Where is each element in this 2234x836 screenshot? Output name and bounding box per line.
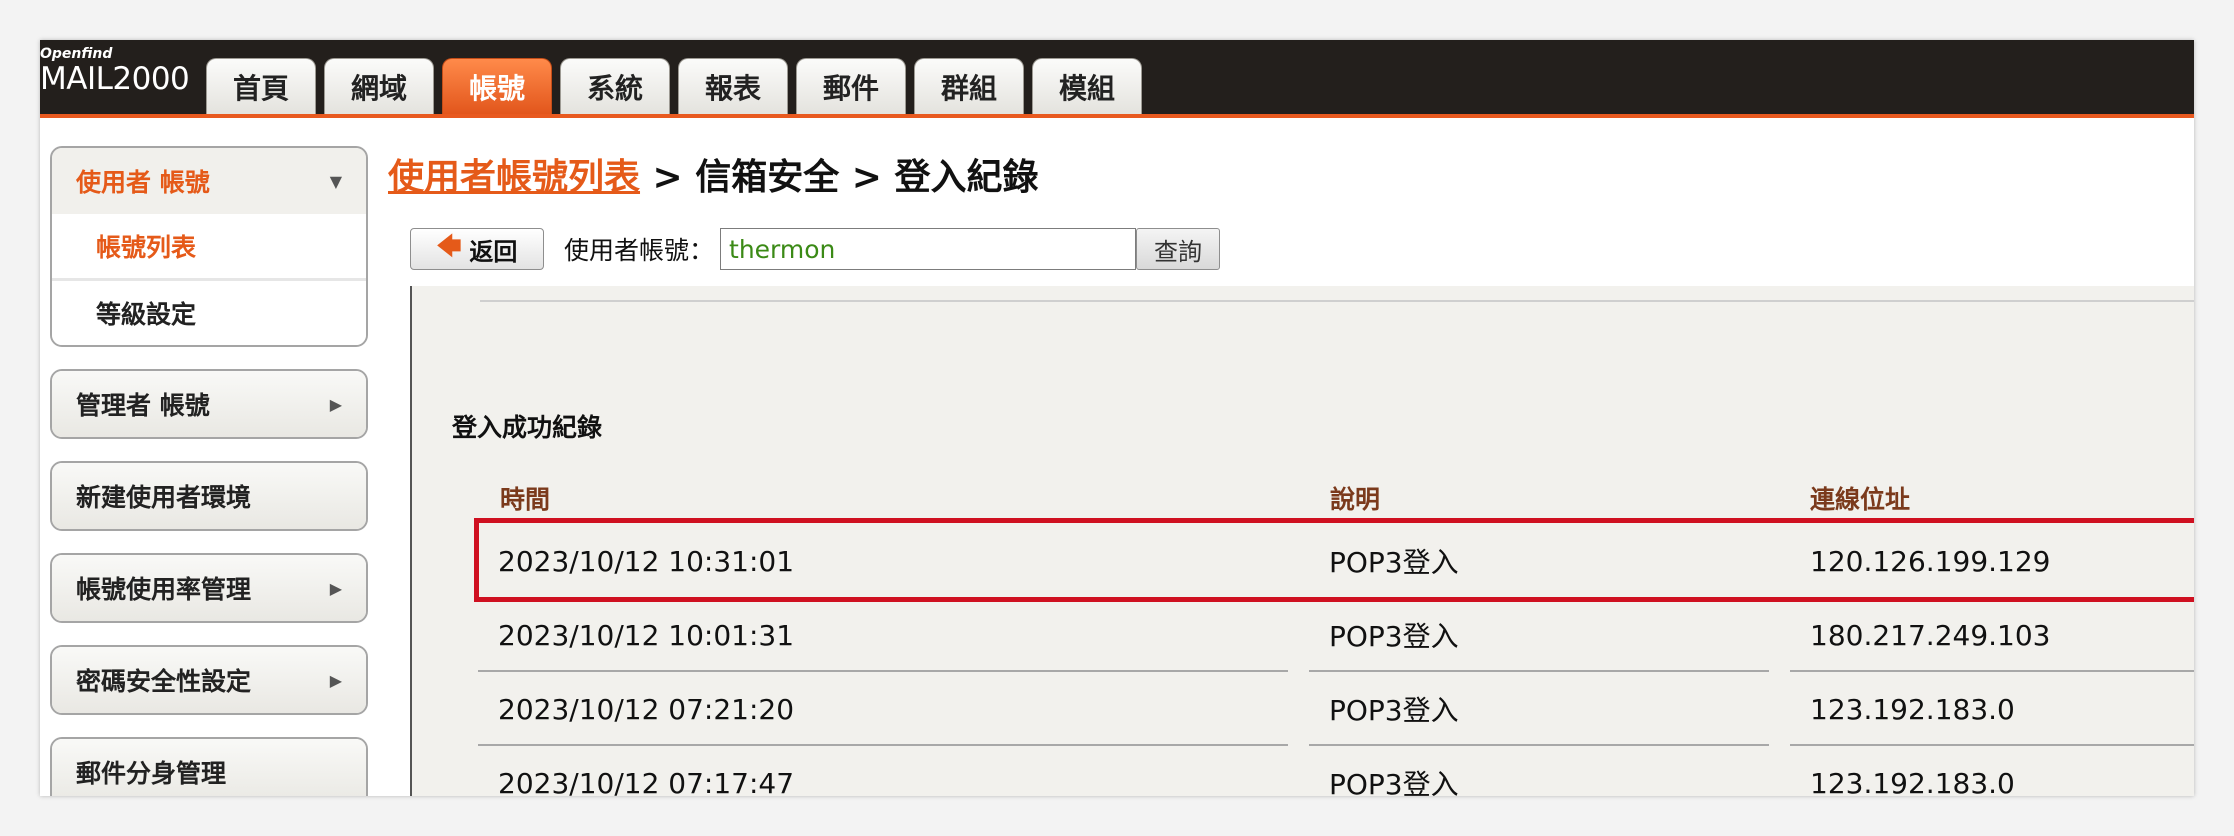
sidebar-item-password-security[interactable]: 密碼安全性設定 ▶ [52, 647, 366, 713]
back-button-label: 返回 [469, 237, 518, 266]
breadcrumb-current-page: 登入紀錄 [894, 157, 1039, 198]
query-button[interactable]: 查詢 [1136, 228, 1221, 270]
sidebar-group-usage-mgmt: 帳號使用率管理 ▶ [50, 553, 368, 623]
column-header-ip: 連線位址 [1810, 485, 1911, 514]
cell-ip: 123.192.183.0 [1790, 674, 2194, 746]
sidebar-item-label: 新建使用者環境 [76, 483, 252, 512]
sidebar-item-admin-account[interactable]: 管理者 帳號 ▶ [52, 371, 366, 437]
sidebar-item-mail-alias[interactable]: 郵件分身管理 [52, 739, 366, 796]
breadcrumb-separator: > [640, 157, 696, 198]
sidebar-item-new-user-env[interactable]: 新建使用者環境 [52, 463, 366, 529]
cell-description: POP3登入 [1309, 748, 1769, 796]
table-header: 時間 說明 連線位址 [478, 470, 2194, 526]
sidebar-group-new-user-env: 新建使用者環境 [50, 461, 368, 531]
login-records-table: 時間 說明 連線位址 2023/10/12 10:31:01 POP3登入 12… [474, 470, 2194, 797]
breadcrumb-mailbox-security: 信箱安全 [695, 157, 840, 198]
sidebar: 使用者 帳號 ▼ 帳號列表 等級設定 管理者 帳號 ▶ 新建使用者環境 帳號使用… [50, 146, 368, 796]
sidebar-item-label: 郵件分身管理 [76, 759, 227, 788]
mail2000-logo: Openfind MAIL2000 [40, 46, 190, 97]
caret-right-icon: ▶ [329, 670, 342, 690]
column-header-time: 時間 [500, 485, 551, 514]
caret-right-icon: ▶ [329, 578, 342, 598]
back-arrow-icon: 🡄 [436, 231, 462, 260]
table-row: 2023/10/12 07:21:20 POP3登入 123.192.183.0 [478, 674, 2194, 748]
sidebar-item-label: 管理者 帳號 [76, 391, 210, 420]
cell-time: 2023/10/12 07:17:47 [478, 748, 1288, 797]
cell-ip: 123.192.183.0 [1790, 748, 2194, 797]
caret-right-icon: ▶ [329, 394, 342, 414]
sidebar-item-usage-mgmt[interactable]: 帳號使用率管理 ▶ [52, 555, 366, 621]
sidebar-item-label: 密碼安全性設定 [76, 667, 252, 696]
cell-time: 2023/10/12 10:31:01 [498, 544, 795, 578]
cell-time: 2023/10/12 07:21:20 [478, 674, 1288, 746]
back-button[interactable]: 🡄 返回 [410, 228, 544, 270]
user-account-label: 使用者帳號： [564, 236, 715, 265]
cell-time: 2023/10/12 10:01:31 [478, 600, 1288, 672]
sidebar-item-user-account[interactable]: 使用者 帳號 ▼ [52, 148, 366, 214]
breadcrumb: 使用者帳號列表 > 信箱安全 > 登入紀錄 [388, 148, 1039, 200]
table-row: 2023/10/12 10:31:01 POP3登入 120.126.199.1… [478, 526, 2194, 600]
logo-openfind-text: Openfind [40, 46, 113, 62]
breadcrumb-separator: > [839, 157, 895, 198]
sidebar-group-user-account: 使用者 帳號 ▼ 帳號列表 等級設定 [50, 146, 368, 347]
sidebar-item-label: 帳號使用率管理 [76, 575, 252, 604]
cell-description: POP3登入 [1329, 546, 1459, 579]
cell-ip: 180.217.249.103 [1790, 600, 2194, 672]
toolbar: 🡄 返回 使用者帳號： 查詢 [410, 228, 1221, 270]
app-window: Openfind MAIL2000 首頁 網域 帳號 系統 報表 郵件 群組 模… [40, 40, 2194, 796]
caret-down-icon: ▼ [329, 171, 342, 191]
sidebar-group-mail-alias: 郵件分身管理 [50, 737, 368, 796]
sidebar-group-admin-account: 管理者 帳號 ▶ [50, 369, 368, 439]
user-account-input[interactable] [720, 228, 1137, 270]
sidebar-subitem-account-list[interactable]: 帳號列表 [52, 214, 366, 281]
table-row: 2023/10/12 07:17:47 POP3登入 123.192.183.0 [478, 748, 2194, 797]
cell-ip: 120.126.199.129 [1810, 544, 2051, 578]
cell-description: POP3登入 [1309, 674, 1769, 746]
tab-home[interactable]: 首頁 [206, 58, 316, 114]
breadcrumb-link-user-account-list[interactable]: 使用者帳號列表 [388, 157, 640, 198]
logo-product-text: MAIL2000 [40, 61, 190, 97]
divider [480, 300, 2194, 302]
records-panel: 登入成功紀錄 時間 說明 連線位址 2023/10/12 10:31:01 PO… [410, 286, 2194, 796]
table-row: 2023/10/12 10:01:31 POP3登入 180.217.249.1… [478, 600, 2194, 674]
column-header-description: 說明 [1330, 485, 1381, 514]
main-content: 使用者帳號列表 > 信箱安全 > 登入紀錄 🡄 返回 使用者帳號： 查詢 登入成… [388, 40, 2194, 796]
sidebar-subitem-level-settings[interactable]: 等級設定 [52, 281, 366, 345]
cell-description: POP3登入 [1309, 600, 1769, 672]
section-title: 登入成功紀錄 [452, 413, 603, 442]
sidebar-item-label: 使用者 帳號 [76, 168, 210, 197]
sidebar-group-password-security: 密碼安全性設定 ▶ [50, 645, 368, 715]
